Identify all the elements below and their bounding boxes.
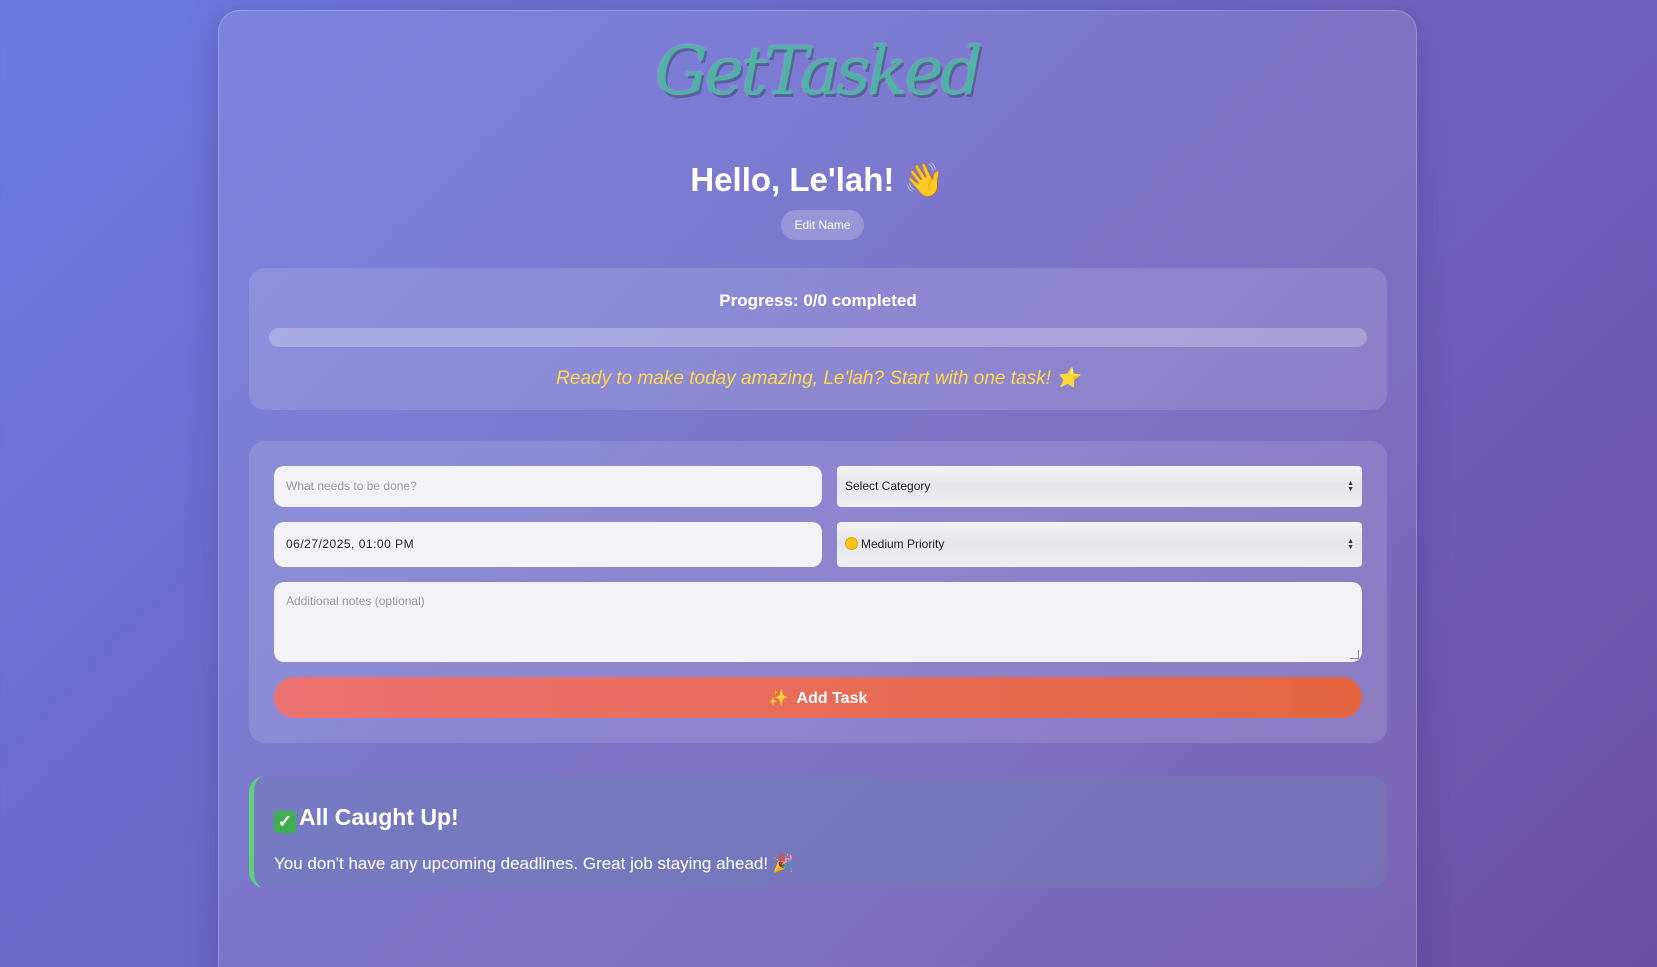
progress-label: Progress: 0/0 completed xyxy=(719,291,917,310)
progress-panel: Progress: 0/0 completed Ready to make to… xyxy=(249,268,1387,410)
add-task-button[interactable]: ✨ Add Task xyxy=(274,677,1362,718)
add-task-label: Add Task xyxy=(796,689,868,707)
task-input[interactable]: What needs to be done? xyxy=(274,466,822,507)
edit-name-button[interactable]: Edit Name xyxy=(781,210,864,240)
deadlines-title-text: All Caught Up! xyxy=(299,804,459,830)
notes-placeholder: Additional notes (optional) xyxy=(286,594,425,608)
progress-bar xyxy=(269,328,1367,347)
motivation-message: Ready to make today amazing, Le'lah? Sta… xyxy=(556,368,1080,389)
main-card: GetTasked Hello, Le'lah! 👋 Edit Name Pro… xyxy=(218,10,1417,967)
check-mark-icon: ✓ xyxy=(274,811,296,833)
deadlines-message: You don't have any upcoming deadlines. G… xyxy=(274,854,794,873)
app-logo: GetTasked xyxy=(655,33,983,110)
select-arrows-icon: ▲ ▼ xyxy=(1347,537,1354,551)
category-select[interactable]: Select Category ▲ ▼ xyxy=(837,466,1362,507)
priority-selected-value: Medium Priority xyxy=(861,537,945,551)
deadlines-title: ✓ All Caught Up! xyxy=(274,804,459,833)
resize-handle-icon[interactable] xyxy=(1350,650,1359,659)
notes-textarea[interactable]: Additional notes (optional) xyxy=(274,582,1362,662)
due-datetime-input[interactable]: 06/27/2025, 01:00 PM xyxy=(274,522,822,567)
select-arrows-icon: ▲ ▼ xyxy=(1347,479,1354,493)
deadlines-panel: ✓ All Caught Up! You don't have any upcom… xyxy=(249,776,1387,888)
priority-select[interactable]: Medium Priority ▲ ▼ xyxy=(837,522,1362,567)
yellow-circle-icon xyxy=(845,537,858,550)
greeting-heading: Hello, Le'lah! 👋 xyxy=(690,161,945,198)
task-form: What needs to be done? Select Category ▲… xyxy=(249,441,1387,743)
category-selected-value: Select Category xyxy=(845,479,931,493)
sparkles-icon: ✨ xyxy=(768,689,789,707)
